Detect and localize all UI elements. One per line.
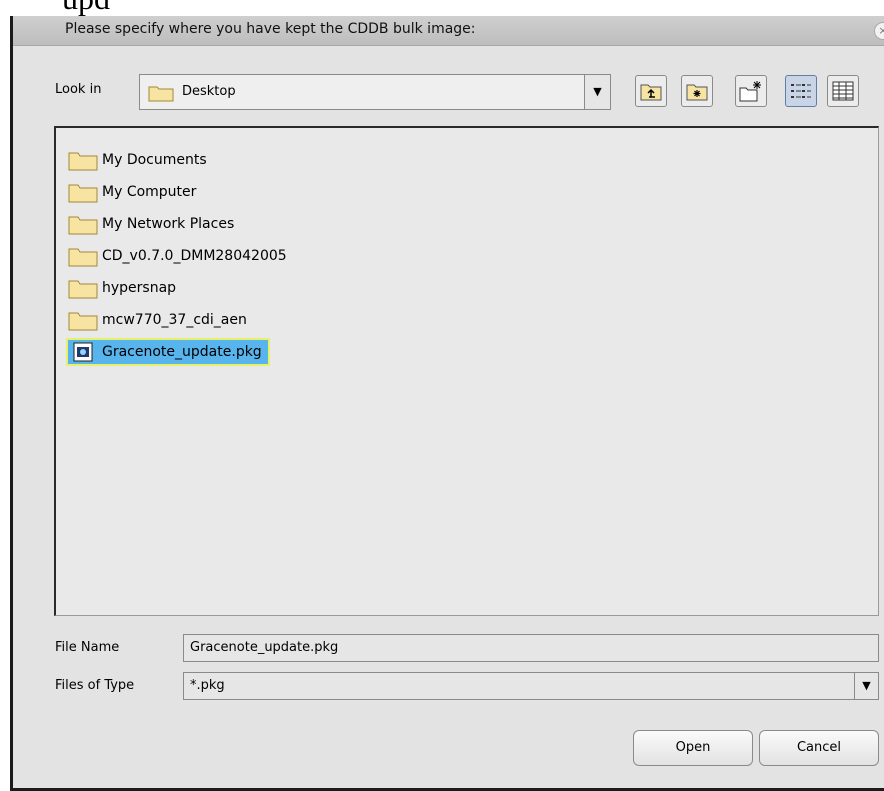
title-bar: Please specify where you have kept the C… (13, 16, 884, 46)
list-item[interactable]: My Network Places (68, 212, 240, 236)
folder-icon (68, 280, 98, 299)
chevron-down-icon[interactable]: ▼ (584, 75, 610, 109)
look-in-combo[interactable]: Desktop ▼ (139, 74, 611, 110)
list-item-label: Gracenote_update.pkg (102, 344, 262, 360)
page-heading-prefix: upd (62, 0, 110, 16)
list-item-label: My Documents (102, 152, 207, 168)
list-item-label: CD_v0.7.0_DMM28042005 (102, 248, 287, 264)
look-in-label: Look in (55, 82, 102, 97)
folder-icon (148, 86, 174, 102)
package-file-icon (73, 342, 93, 362)
folder-icon (68, 248, 98, 267)
new-folder-button[interactable] (735, 75, 767, 107)
list-view-icon (791, 84, 811, 98)
files-of-type-value: *.pkg (190, 678, 225, 693)
file-list[interactable]: My Documents My Computer My Network Places… (54, 126, 879, 616)
details-view-button[interactable] (827, 75, 859, 107)
list-item[interactable]: CD_v0.7.0_DMM28042005 (68, 244, 293, 268)
list-item[interactable]: hypersnap (68, 276, 182, 300)
folder-icon (68, 312, 98, 331)
list-item[interactable]: My Documents (68, 148, 213, 172)
up-one-level-button[interactable] (635, 75, 667, 107)
close-icon[interactable]: × (874, 22, 884, 40)
files-of-type-label: Files of Type (55, 678, 135, 693)
desktop-home-icon (686, 84, 708, 101)
list-item-label: My Network Places (102, 216, 235, 232)
file-name-label: File Name (55, 640, 120, 655)
look-in-value: Desktop (182, 84, 236, 99)
list-item-label: My Computer (102, 184, 197, 200)
folder-icon (68, 152, 98, 171)
files-of-type-select[interactable]: *.pkg ▼ (183, 672, 879, 700)
folder-icon (68, 184, 98, 203)
file-name-input[interactable]: Gracenote_update.pkg (183, 634, 879, 662)
desktop-home-button[interactable] (681, 75, 713, 107)
cancel-button[interactable]: Cancel (759, 730, 879, 766)
list-item[interactable]: Gracenote_update.pkg (66, 338, 270, 366)
list-view-button[interactable] (785, 75, 817, 107)
list-item[interactable]: My Computer (68, 180, 202, 204)
new-folder-icon (739, 81, 761, 102)
dialog-title: Please specify where you have kept the C… (65, 21, 476, 37)
folder-icon (68, 216, 98, 235)
file-chooser-dialog: Please specify where you have kept the C… (10, 16, 884, 791)
details-view-icon (832, 81, 854, 101)
open-button[interactable]: Open (633, 730, 753, 766)
chevron-down-icon[interactable]: ▼ (854, 673, 878, 699)
file-name-value: Gracenote_update.pkg (190, 640, 339, 655)
up-one-level-icon (640, 84, 662, 101)
list-item-label: hypersnap (102, 280, 177, 296)
list-item-label: mcw770_37_cdi_aen (102, 312, 247, 328)
list-item[interactable]: mcw770_37_cdi_aen (68, 308, 253, 332)
